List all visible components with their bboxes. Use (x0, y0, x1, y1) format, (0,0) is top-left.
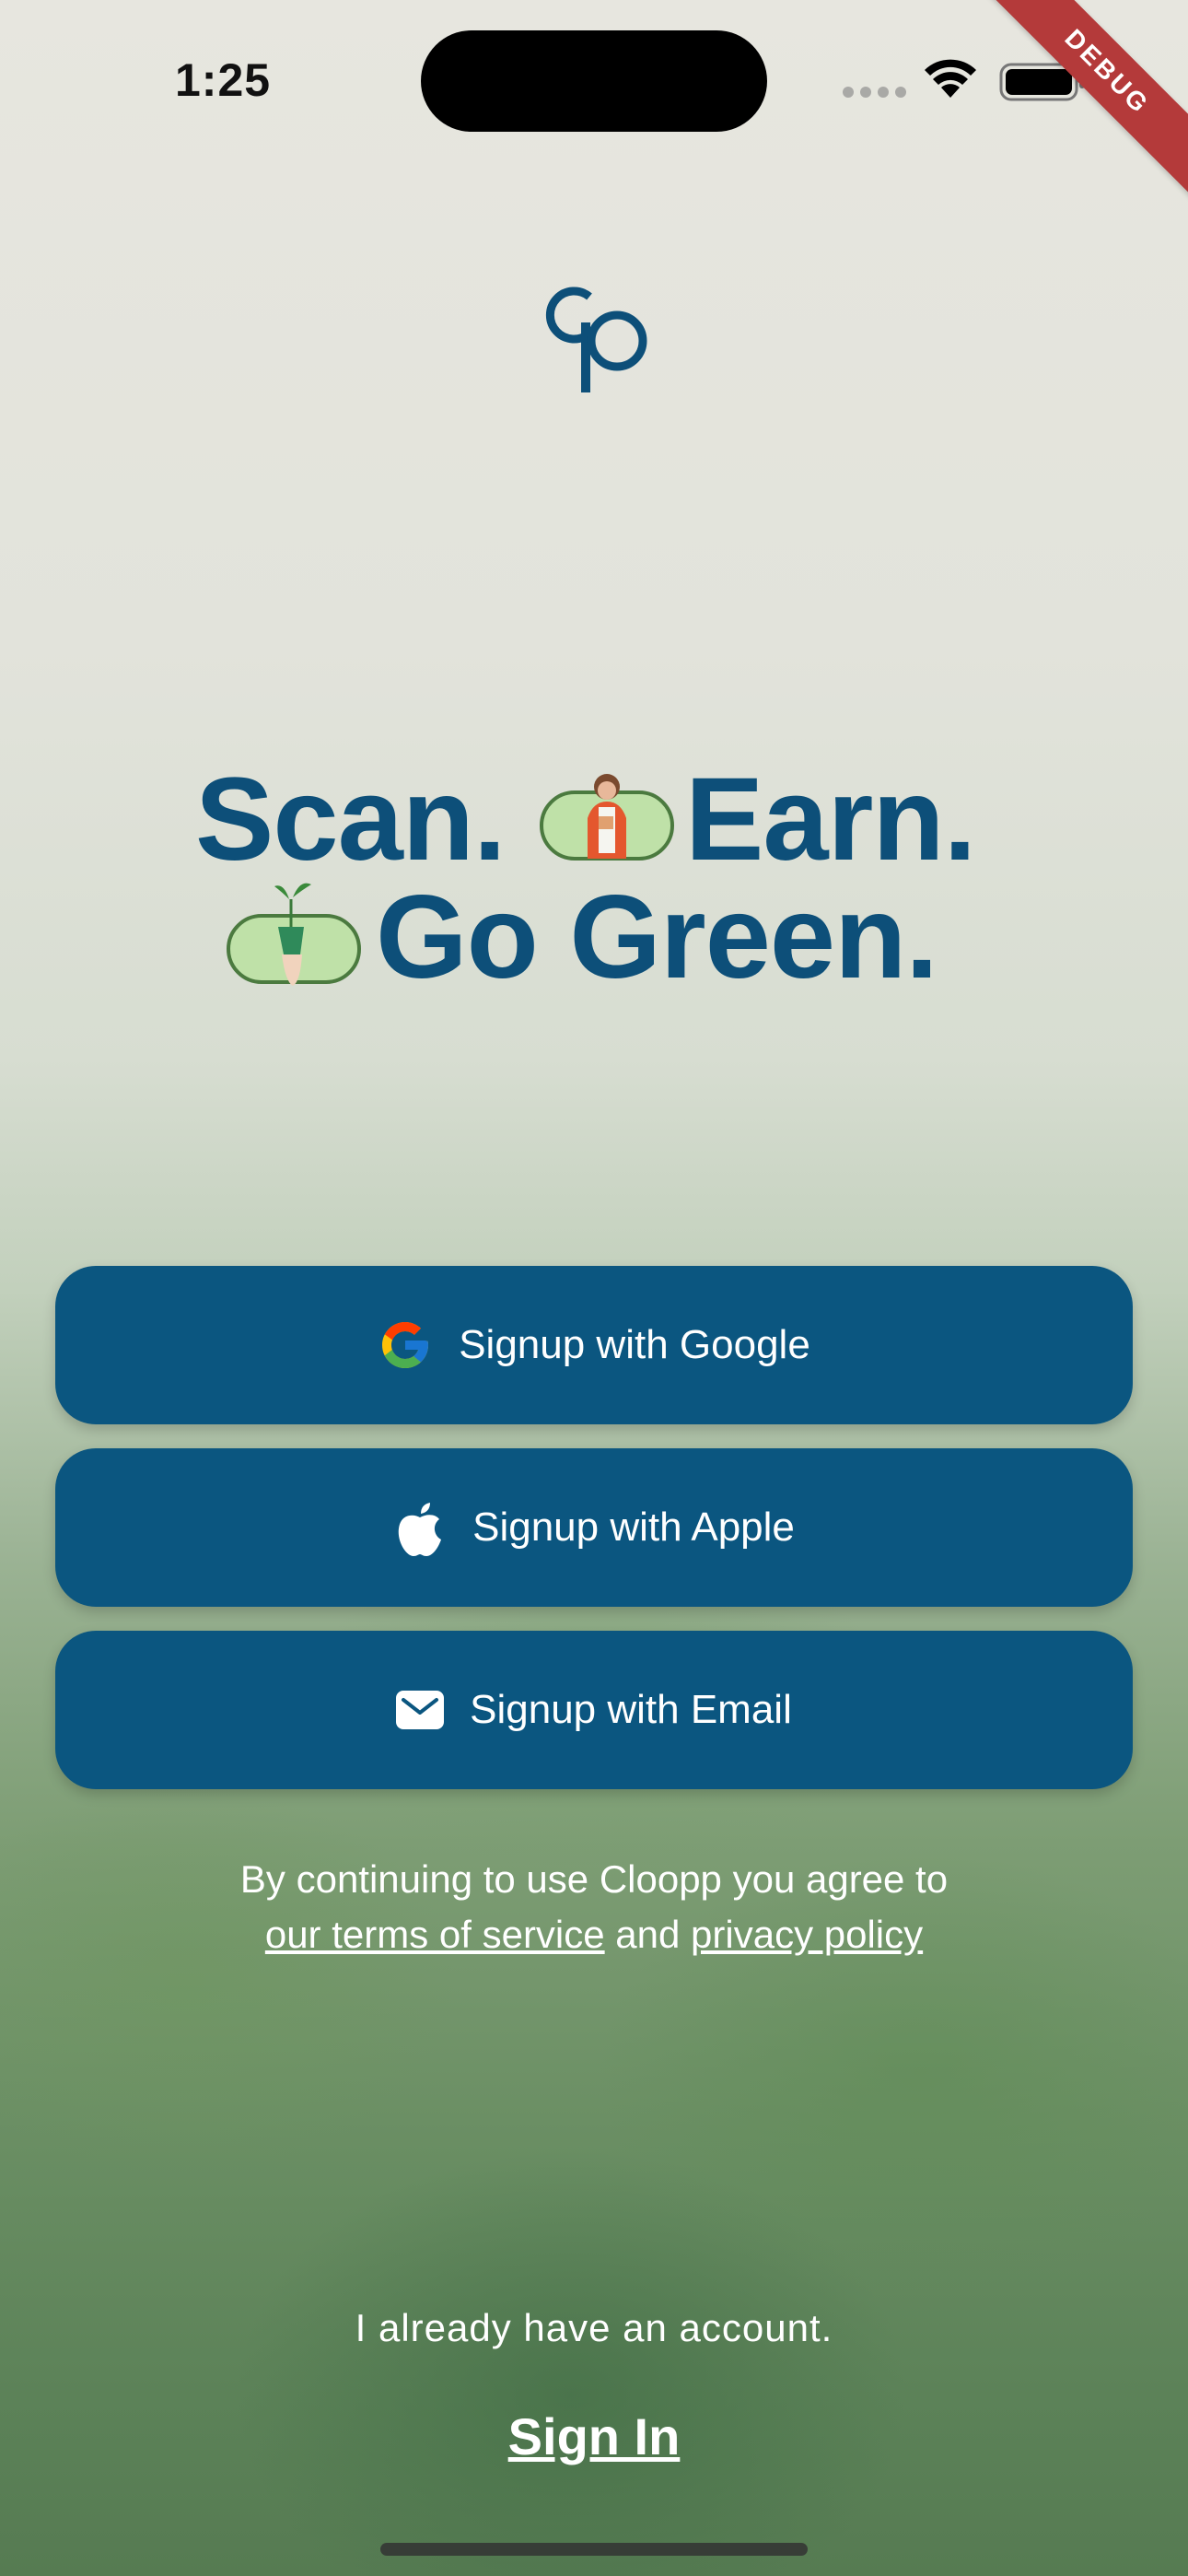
terms-of-service-link[interactable]: our terms of service (265, 1913, 605, 1956)
terms-and: and (615, 1913, 681, 1956)
signup-apple-button[interactable]: Signup with Apple (55, 1448, 1133, 1607)
signup-google-button[interactable]: Signup with Google (55, 1266, 1133, 1424)
mail-icon (396, 1691, 445, 1729)
cp-logo (545, 287, 647, 392)
privacy-policy-link[interactable]: privacy policy (691, 1913, 923, 1956)
signup-email-label: Signup with Email (470, 1687, 792, 1732)
sign-in-link[interactable]: Sign In (0, 2406, 1188, 2466)
wifi-icon (925, 59, 976, 98)
google-icon (382, 1322, 429, 1368)
status-time: 1:25 (175, 54, 272, 106)
terms-prefix: By continuing to use Cloopp you agree to (239, 1857, 949, 1901)
already-have-account-text: I already have an account. (355, 2306, 833, 2349)
woman-with-phone-image (540, 774, 674, 861)
hand-with-sprout-image (227, 883, 361, 986)
apple-icon (398, 1503, 442, 1556)
dynamic-island (421, 30, 767, 132)
terms-notice: By continuing to use Cloopp you agree to… (0, 1852, 1188, 1962)
home-indicator[interactable] (380, 2543, 808, 2556)
signup-google-label: Signup with Google (459, 1322, 810, 1367)
headline-scan: Scan. (195, 754, 506, 885)
headline-earn: Earn. (685, 754, 976, 885)
headline-go-green: Go Green. (376, 872, 938, 1003)
cellular-signal-icon (843, 87, 906, 98)
signup-apple-label: Signup with Apple (472, 1505, 795, 1550)
signup-email-button[interactable]: Signup with Email (55, 1631, 1133, 1789)
